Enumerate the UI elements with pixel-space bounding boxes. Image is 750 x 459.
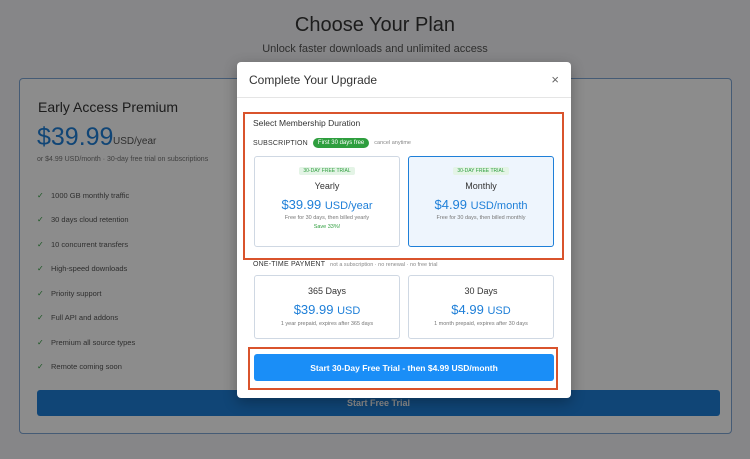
option-desc: 1 month prepaid, expires after 30 days bbox=[434, 321, 528, 327]
free-days-badge: First 30 days free bbox=[312, 138, 370, 148]
option-yearly[interactable]: 30-DAY FREE TRIAL Yearly $39.99 USD/year… bbox=[254, 156, 400, 247]
option-price: $39.99 USD/year bbox=[281, 197, 373, 212]
save-badge: Save 33%! bbox=[313, 224, 341, 230]
cancel-hint: cancel anytime bbox=[374, 140, 411, 146]
start-trial-button[interactable]: Start 30-Day Free Trial - then $4.99 USD… bbox=[254, 354, 554, 381]
one-time-header: ONE-TIME PAYMENT not a subscription · no… bbox=[253, 261, 437, 268]
modal-header: Complete Your Upgrade × bbox=[237, 62, 571, 98]
upgrade-modal: Complete Your Upgrade × Select Membershi… bbox=[237, 62, 571, 398]
trial-badge: 30-DAY FREE TRIAL bbox=[299, 167, 355, 175]
subscription-label: SUBSCRIPTION bbox=[253, 139, 308, 147]
one-time-hint: not a subscription · no renewal · no fre… bbox=[330, 262, 438, 268]
option-price: $4.99 USD bbox=[451, 302, 511, 317]
option-desc: Free for 30 days, then billed monthly bbox=[436, 215, 526, 221]
subscription-header: SUBSCRIPTION First 30 days free cancel a… bbox=[253, 138, 411, 148]
option-30-days[interactable]: 30 Days $4.99 USD 1 month prepaid, expir… bbox=[408, 275, 554, 339]
option-monthly[interactable]: 30-DAY FREE TRIAL Monthly $4.99 USD/mont… bbox=[408, 156, 554, 247]
section-title: Select Membership Duration bbox=[253, 118, 361, 128]
option-desc: Free for 30 days, then billed yearly bbox=[284, 215, 370, 221]
option-price: $39.99 USD bbox=[293, 302, 361, 317]
option-desc: 1 year prepaid, expires after 365 days bbox=[280, 321, 374, 327]
close-icon[interactable]: × bbox=[551, 72, 559, 87]
option-365-days[interactable]: 365 Days $39.99 USD 1 year prepaid, expi… bbox=[254, 275, 400, 339]
option-name: Monthly bbox=[465, 181, 497, 191]
trial-badge: 30-DAY FREE TRIAL bbox=[453, 167, 509, 175]
option-name: 30 Days bbox=[464, 286, 498, 296]
one-time-label: ONE-TIME PAYMENT bbox=[253, 261, 326, 268]
modal-title: Complete Your Upgrade bbox=[249, 72, 378, 87]
option-price: $4.99 USD/month bbox=[434, 197, 528, 212]
option-name: Yearly bbox=[314, 181, 340, 191]
option-name: 365 Days bbox=[307, 286, 347, 296]
